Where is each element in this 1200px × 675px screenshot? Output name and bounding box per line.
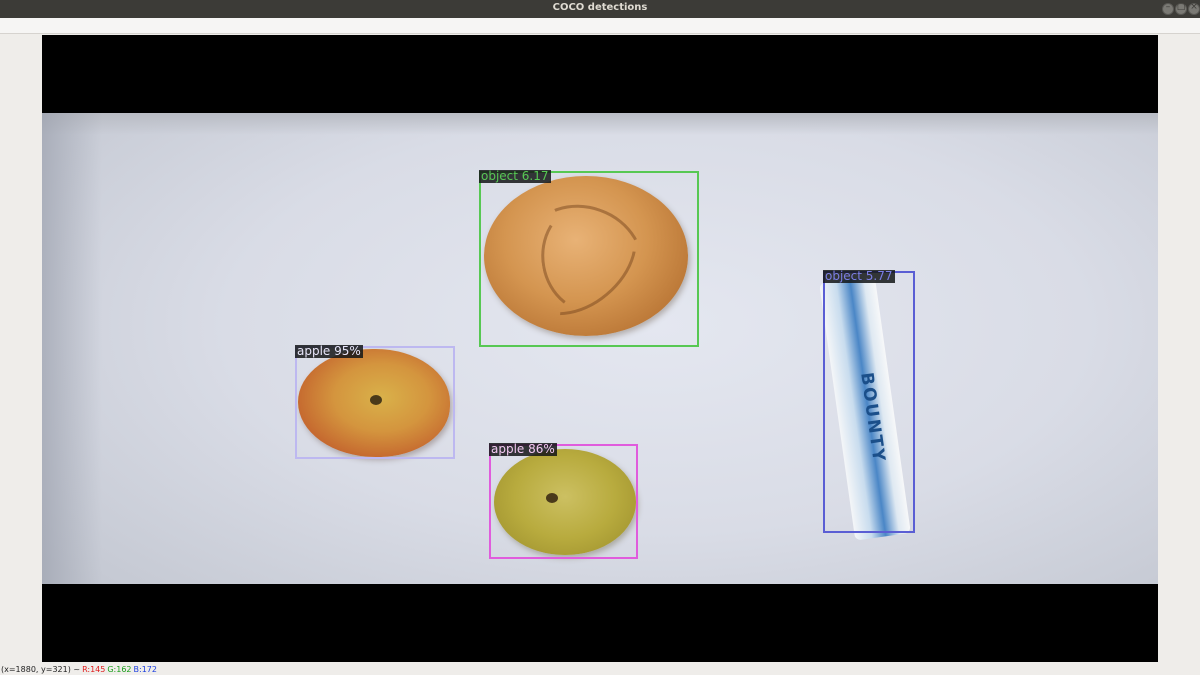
camera-image: BOUNTY object 6.17 object 5.77 apple 95%…: [42, 113, 1158, 584]
pixel-g-value: G:162: [107, 665, 132, 674]
detection-label-bread: object 6.17: [479, 169, 551, 183]
paper-edge: [42, 113, 1158, 135]
detection-label-apple-1: apple 95%: [295, 344, 363, 358]
paper-shadow: [42, 113, 102, 584]
window-title: COCO detections: [552, 2, 648, 13]
detection-box-apple-2[interactable]: [489, 444, 638, 559]
pixel-b-value: B:172: [133, 665, 157, 674]
image-viewport[interactable]: BOUNTY object 6.17 object 5.77 apple 95%…: [42, 35, 1158, 662]
cursor-coords: (x=1880, y=321) ~: [1, 665, 81, 674]
close-icon: ×: [1190, 2, 1198, 12]
detection-box-bread[interactable]: [479, 171, 699, 347]
detection-label-candy: object 5.77: [823, 269, 895, 283]
detection-box-candy[interactable]: [823, 271, 915, 533]
maximize-button[interactable]: □: [1175, 2, 1187, 15]
maximize-icon: □: [1176, 2, 1186, 12]
pixel-r-value: R:145: [82, 665, 106, 674]
status-bar: (x=1880, y=321) ~ R:145 G:162 B:172: [0, 664, 1200, 675]
close-button[interactable]: ×: [1188, 2, 1200, 15]
detection-box-apple-1[interactable]: [295, 346, 455, 459]
toolbar: [0, 18, 1200, 34]
title-bar: COCO detections – □ ×: [0, 0, 1200, 18]
detection-label-apple-2: apple 86%: [489, 442, 557, 456]
minimize-button[interactable]: –: [1162, 2, 1174, 15]
minimize-icon: –: [1165, 2, 1171, 12]
